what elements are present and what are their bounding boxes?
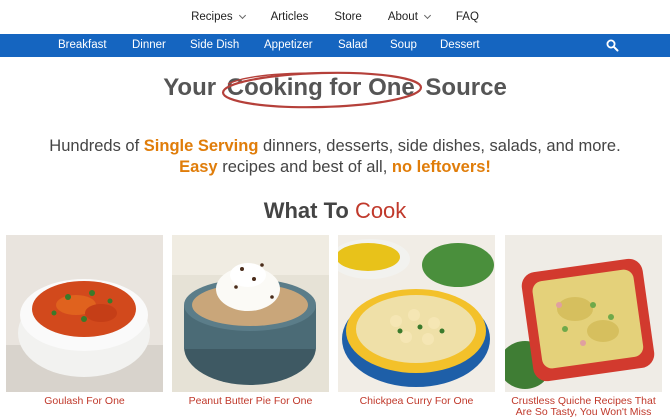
recipe-card-title[interactable]: Peanut Butter Pie For One [172, 396, 329, 407]
category-side-dish[interactable]: Side Dish [190, 39, 239, 51]
tagline-line-2: Easy recipes and best of all, no leftove… [0, 157, 670, 178]
tagline-highlight: Easy [179, 158, 218, 176]
category-soup[interactable]: Soup [390, 39, 417, 51]
nav-store-label: Store [334, 10, 362, 23]
nav-store[interactable]: Store [334, 11, 362, 23]
nav-faq[interactable]: FAQ [456, 11, 479, 23]
category-appetizer[interactable]: Appetizer [264, 39, 313, 51]
tagline-highlight: no leftovers! [391, 158, 491, 176]
recipe-card[interactable]: Goulash For One [6, 235, 163, 407]
goulash-photo[interactable] [6, 235, 163, 392]
hero-after: Source [425, 74, 507, 101]
section-title-before: What To [263, 198, 349, 223]
nav-about-label: About [387, 10, 418, 23]
section-title: What To Cook [0, 198, 670, 224]
tagline-text: recipes and best of all, [222, 158, 388, 176]
section-title-highlight: Cook [354, 198, 407, 223]
recipe-card-title[interactable]: Goulash For One [6, 396, 163, 407]
crustless-quiche-photo[interactable] [505, 235, 662, 392]
tagline-line-1: Hundreds of Single Serving dinners, dess… [0, 136, 670, 157]
search-icon[interactable] [606, 39, 619, 52]
recipe-card[interactable]: Chickpea Curry For One [338, 235, 495, 407]
category-dessert[interactable]: Dessert [440, 39, 480, 51]
category-bar: Breakfast Dinner Side Dish Appetizer Sal… [0, 34, 670, 57]
nav-recipes[interactable]: Recipes [191, 10, 246, 23]
peanut-butter-pie-photo[interactable] [172, 235, 329, 392]
hand-drawn-circle [221, 71, 423, 109]
tagline: Hundreds of Single Serving dinners, dess… [0, 136, 670, 178]
nav-recipes-label: Recipes [191, 10, 233, 23]
recipe-card[interactable]: Crustless Quiche Recipes That Are So Tas… [505, 235, 662, 418]
tagline-text: dinners, desserts, side dishes, salads, … [263, 137, 621, 155]
nav-about[interactable]: About [387, 10, 431, 23]
chevron-down-icon [238, 11, 246, 19]
nav-faq-label: FAQ [455, 10, 479, 23]
recipe-card-title[interactable]: Chickpea Curry For One [338, 396, 495, 407]
nav-articles[interactable]: Articles [271, 11, 309, 23]
recipe-card-title[interactable]: Crustless Quiche Recipes That Are So Tas… [505, 396, 662, 418]
tagline-text: Hundreds of [49, 137, 140, 155]
category-breakfast[interactable]: Breakfast [58, 39, 107, 51]
category-dinner[interactable]: Dinner [132, 39, 166, 51]
chevron-down-icon [423, 11, 431, 19]
tagline-highlight: Single Serving [143, 137, 259, 155]
category-salad[interactable]: Salad [338, 39, 367, 51]
hero-before: Your [163, 74, 217, 101]
nav-articles-label: Articles [270, 10, 309, 23]
top-nav: Recipes Articles Store About FAQ [0, 0, 670, 33]
recipe-card[interactable]: Peanut Butter Pie For One [172, 235, 329, 407]
chickpea-curry-photo[interactable] [338, 235, 495, 392]
